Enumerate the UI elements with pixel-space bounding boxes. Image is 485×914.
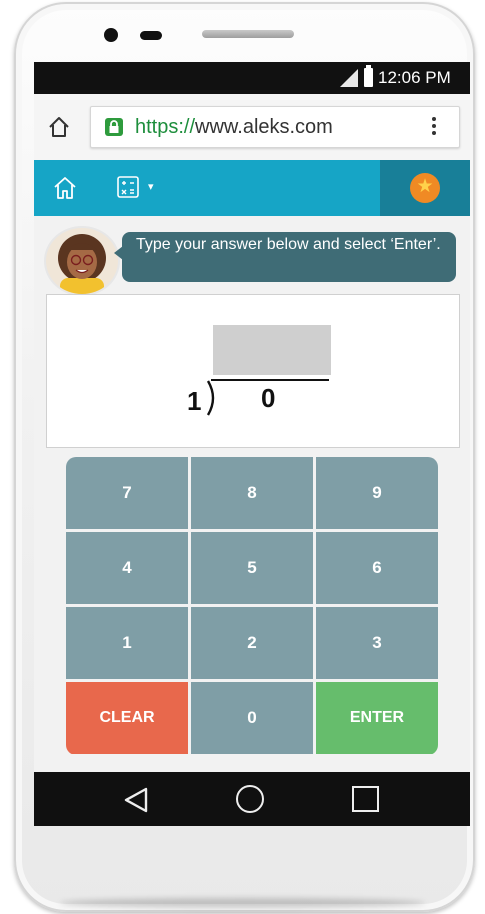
chevron-down-icon[interactable]: ▾ (148, 180, 154, 193)
key-3[interactable]: 3 (316, 607, 438, 679)
url-host: www.aleks.com (195, 116, 333, 138)
back-icon[interactable] (122, 786, 150, 814)
home-icon[interactable] (52, 175, 78, 201)
sensor (140, 31, 162, 40)
instruction-bubble: Type your answer below and select ‘Enter… (114, 232, 456, 282)
key-9[interactable]: 9 (316, 457, 438, 529)
key-5[interactable]: 5 (191, 532, 313, 604)
key-4[interactable]: 4 (66, 532, 188, 604)
key-7[interactable]: 7 (66, 457, 188, 529)
battery-icon (364, 65, 373, 87)
star-icon[interactable]: ★ (410, 173, 440, 203)
status-bar: 12:06 PM (34, 62, 470, 94)
overflow-menu-icon[interactable] (429, 115, 439, 139)
address-bar[interactable]: https://www.aleks.com (90, 106, 460, 148)
enter-button[interactable]: ENTER (316, 682, 438, 754)
earpiece-speaker (202, 30, 294, 38)
lock-icon (105, 118, 123, 136)
key-1[interactable]: 1 (66, 607, 188, 679)
division-bar (211, 379, 329, 381)
app-header: ▾ ★ (34, 160, 470, 216)
avatar (44, 226, 120, 296)
screen: 12:06 PM https://www.aleks.com ▾ ★ Type … (34, 62, 470, 826)
key-0[interactable]: 0 (191, 682, 313, 754)
problem-area: 1 0 (46, 294, 460, 448)
recent-apps-icon[interactable] (352, 786, 379, 812)
calculator-icon[interactable] (116, 175, 140, 199)
quotient-input[interactable] (213, 325, 331, 375)
android-nav-bar (34, 772, 470, 826)
url-text: https://www.aleks.com (135, 116, 333, 139)
key-6[interactable]: 6 (316, 532, 438, 604)
division-bracket (206, 380, 215, 416)
front-camera (104, 28, 118, 42)
home-circle-icon[interactable] (236, 785, 264, 813)
browser-home-icon[interactable] (48, 116, 70, 138)
signal-icon (340, 69, 358, 87)
key-8[interactable]: 8 (191, 457, 313, 529)
dividend: 0 (261, 383, 276, 413)
divisor: 1 (187, 386, 202, 416)
status-time: 12:06 PM (378, 68, 451, 87)
clear-button[interactable]: CLEAR (66, 682, 188, 754)
browser-toolbar: https://www.aleks.com (34, 94, 470, 161)
phone-shadow (60, 898, 425, 908)
url-scheme: https:// (135, 116, 196, 138)
keypad: 7 8 9 4 5 6 1 2 3 CLEAR 0 ENTER (66, 457, 438, 755)
key-2[interactable]: 2 (191, 607, 313, 679)
